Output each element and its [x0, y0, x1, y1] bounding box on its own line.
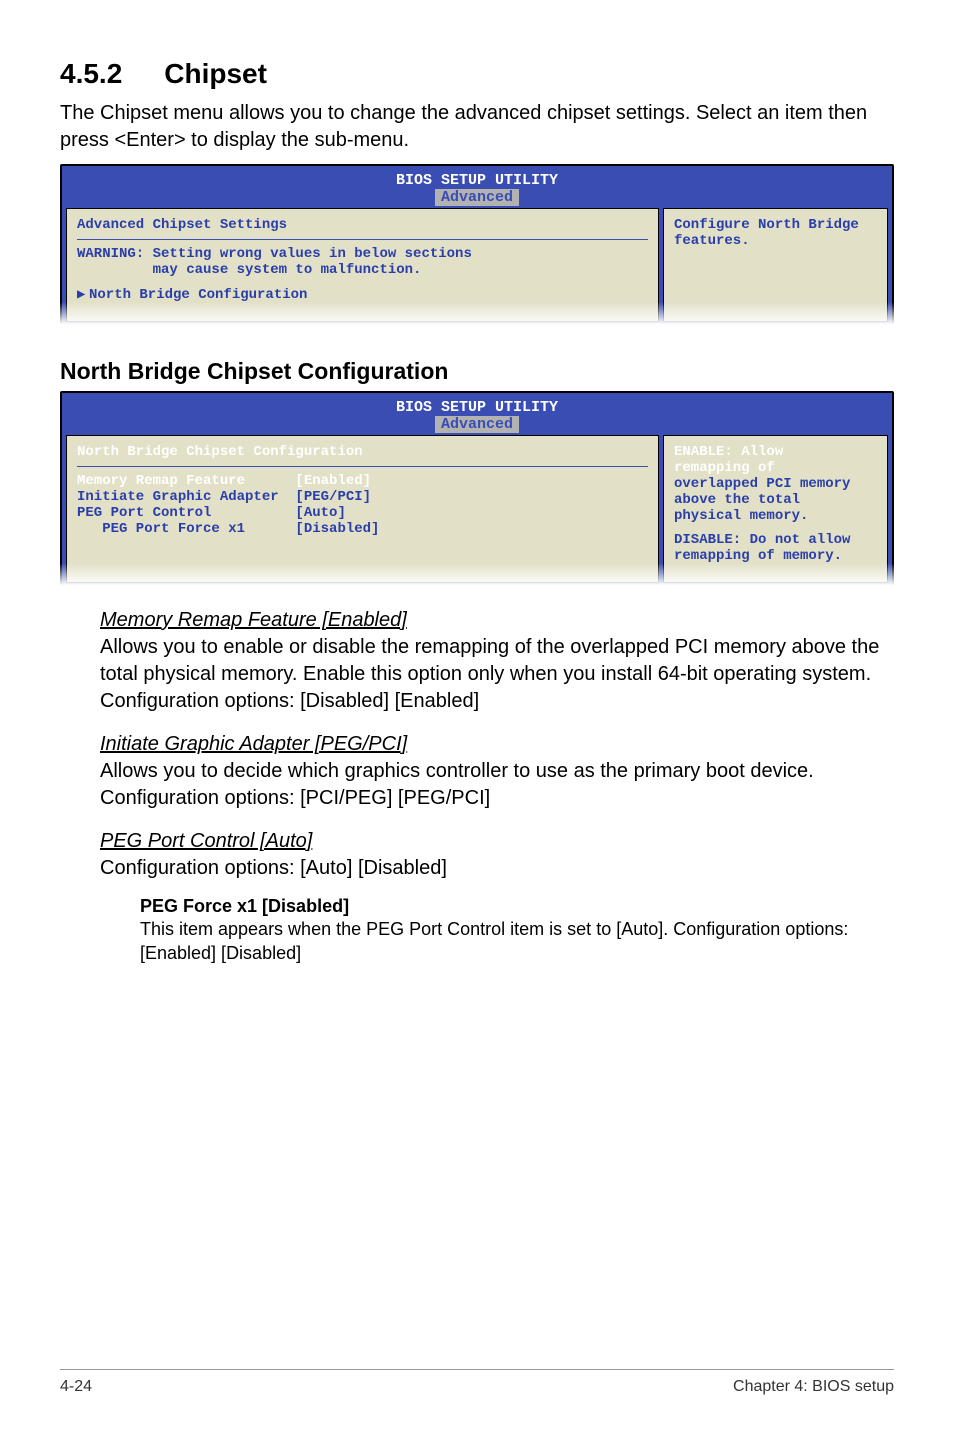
- setting-memory-remap: Memory Remap Feature [Enabled]: [77, 473, 648, 489]
- help-line: overlapped PCI memory: [674, 476, 877, 492]
- page-footer: 4-24 Chapter 4: BIOS setup: [60, 1369, 894, 1396]
- sub-option-body: This item appears when the PEG Port Cont…: [140, 917, 894, 966]
- option-body-memory-remap: Allows you to enable or disable the rema…: [100, 634, 894, 715]
- option-body-peg-port: Configuration options: [Auto] [Disabled]: [100, 855, 894, 882]
- page-number: 4-24: [60, 1378, 92, 1396]
- triangle-right-icon: ▶: [77, 286, 89, 303]
- section-title: Chipset: [164, 58, 267, 89]
- warning-line-2: may cause system to malfunction.: [77, 262, 648, 278]
- bios-main-panel: Advanced Chipset Settings WARNING: Setti…: [66, 208, 659, 322]
- bios-screenshot-1: BIOS SETUP UTILITY Advanced Advanced Chi…: [60, 164, 894, 328]
- setting-peg-port-force: PEG Port Force x1 [Disabled]: [77, 521, 648, 537]
- bios-title: BIOS SETUP UTILITY: [396, 399, 558, 416]
- setting-peg-port-control: PEG Port Control [Auto]: [77, 505, 648, 521]
- setting-initiate-graphic: Initiate Graphic Adapter [PEG/PCI]: [77, 489, 648, 505]
- sub-option-block: PEG Force x1 [Disabled] This item appear…: [140, 896, 894, 966]
- panel-heading: North Bridge Chipset Configuration: [77, 444, 648, 460]
- warning-line-1: WARNING: Setting wrong values in below s…: [77, 246, 648, 262]
- bios-help-panel: Configure North Bridge features.: [663, 208, 888, 322]
- subsection-heading: North Bridge Chipset Configuration: [60, 358, 894, 385]
- help-line: remapping of: [674, 460, 877, 476]
- chapter-label: Chapter 4: BIOS setup: [733, 1378, 894, 1396]
- menu-item-north-bridge: ▶North Bridge Configuration: [77, 286, 648, 303]
- option-heading-memory-remap: Memory Remap Feature [Enabled]: [100, 609, 894, 632]
- option-heading-peg-port: PEG Port Control [Auto]: [100, 830, 894, 853]
- help-line: DISABLE: Do not allow: [674, 532, 877, 548]
- bios-tab-advanced: Advanced: [435, 189, 519, 206]
- bios-title: BIOS SETUP UTILITY: [396, 172, 558, 189]
- help-line: ENABLE: Allow: [674, 444, 877, 460]
- help-text: Configure North Bridge features.: [674, 217, 877, 249]
- help-line: remapping of memory.: [674, 548, 877, 564]
- sub-option-heading: PEG Force x1 [Disabled]: [140, 896, 894, 917]
- bios-tab-advanced: Advanced: [435, 416, 519, 433]
- bios-help-panel: ENABLE: Allow remapping of overlapped PC…: [663, 435, 888, 583]
- option-body-initiate-graphic: Allows you to decide which graphics cont…: [100, 758, 894, 812]
- section-heading: 4.5.2 Chipset: [60, 58, 894, 90]
- help-line: above the total: [674, 492, 877, 508]
- bios-main-panel: North Bridge Chipset Configuration Memor…: [66, 435, 659, 583]
- option-heading-initiate-graphic: Initiate Graphic Adapter [PEG/PCI]: [100, 733, 894, 756]
- help-line: physical memory.: [674, 508, 877, 524]
- section-number: 4.5.2: [60, 58, 122, 89]
- intro-paragraph: The Chipset menu allows you to change th…: [60, 100, 894, 154]
- bios-screenshot-2: BIOS SETUP UTILITY Advanced North Bridge…: [60, 391, 894, 589]
- panel-heading: Advanced Chipset Settings: [77, 217, 648, 233]
